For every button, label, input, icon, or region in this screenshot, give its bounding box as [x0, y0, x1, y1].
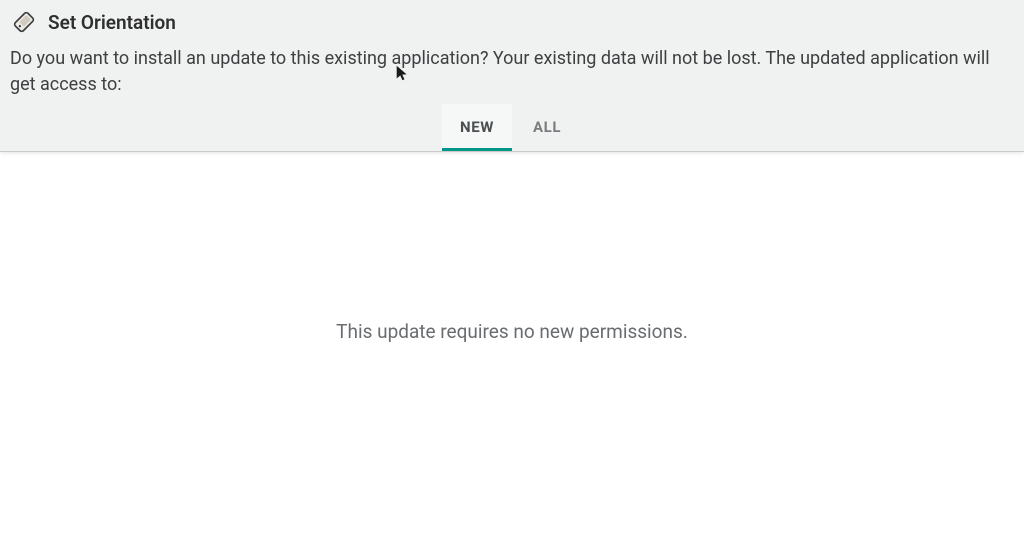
tab-all[interactable]: ALL: [512, 104, 582, 151]
no-new-permissions-text: This update requires no new permissions.: [0, 320, 1024, 343]
title-row: Set Orientation: [10, 8, 1014, 44]
permission-tabs: NEW ALL: [10, 104, 1014, 151]
dialog-header: Set Orientation Do you want to install a…: [0, 0, 1024, 152]
app-title: Set Orientation: [48, 11, 176, 34]
tab-new[interactable]: NEW: [442, 104, 512, 151]
install-question: Do you want to install an update to this…: [10, 44, 1010, 104]
dialog-body: This update requires no new permissions.…: [0, 320, 1024, 560]
set-orientation-icon: [10, 8, 38, 36]
